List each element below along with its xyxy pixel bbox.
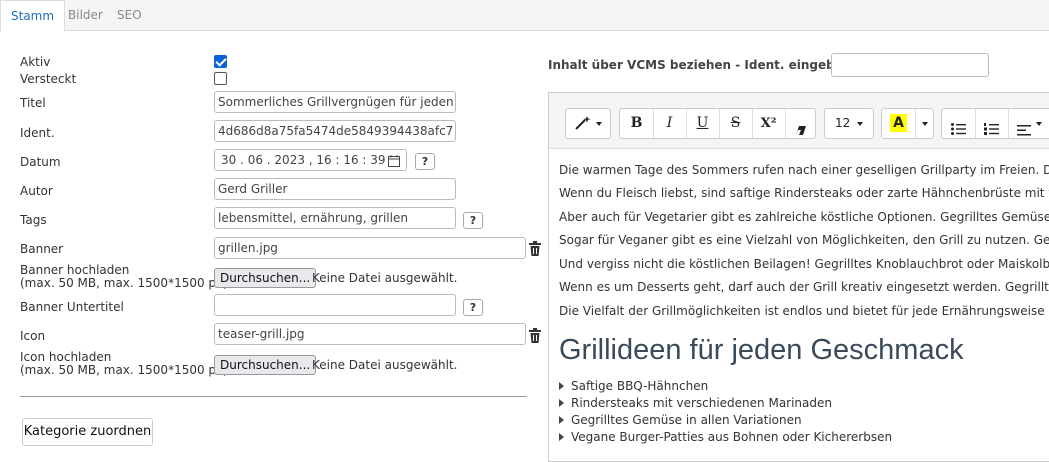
tags-label: Tags bbox=[20, 213, 47, 227]
tab-stamm[interactable]: Stamm bbox=[0, 0, 66, 32]
versteckt-label: Versteckt bbox=[20, 72, 77, 86]
banner-upload-label: Banner hochladen (max. 50 MB, max. 1500*… bbox=[20, 264, 228, 290]
paragraph: Wenn es um Desserts geht, darf auch der … bbox=[559, 280, 1049, 294]
magic-wand-icon bbox=[574, 116, 592, 133]
content-heading: Grillideen für jeden Geschmack bbox=[559, 334, 964, 366]
autor-input[interactable]: Gerd Griller bbox=[214, 178, 456, 200]
icon-label: Icon bbox=[20, 329, 46, 343]
icon-browse-button[interactable]: Durchsuchen... bbox=[214, 355, 317, 375]
calendar-icon[interactable] bbox=[388, 153, 400, 167]
icon-upload-label: Icon hochladen (max. 50 MB, max. 1500*15… bbox=[20, 351, 228, 377]
bullet-list-button[interactable] bbox=[942, 109, 975, 138]
titel-input[interactable]: Sommerliches Grillvergnügen für jeden Ge… bbox=[214, 91, 456, 113]
italic-button[interactable]: I bbox=[653, 109, 686, 138]
tab-bar: Stamm Bilder SEO bbox=[0, 0, 1049, 32]
editor-toolbar: B I U S X² 12 A bbox=[549, 93, 1049, 149]
banner-browse-button[interactable]: Durchsuchen... bbox=[214, 268, 317, 288]
list-item-text: Rindersteaks mit verschiedenen Marinaden bbox=[571, 396, 832, 410]
highlight-group: A bbox=[881, 108, 934, 139]
paragraph: Sogar für Veganer gibt es eine Vielzahl … bbox=[559, 233, 1049, 247]
list-item: Rindersteaks mit verschiedenen Marinaden bbox=[559, 396, 832, 410]
versteckt-checkbox[interactable] bbox=[214, 72, 227, 85]
tags-help-button[interactable]: ? bbox=[463, 212, 483, 229]
align-left-icon bbox=[1017, 118, 1031, 147]
style-magic-button[interactable] bbox=[565, 108, 611, 139]
paragraph: Und vergiss nicht die köstlichen Beilage… bbox=[559, 257, 1049, 271]
caret-down-icon bbox=[922, 122, 928, 126]
banner-untertitel-help-button[interactable]: ? bbox=[463, 299, 483, 316]
banner-label: Banner bbox=[20, 242, 64, 256]
datum-label: Datum bbox=[20, 155, 61, 169]
numbered-list-button[interactable] bbox=[975, 109, 1008, 138]
datum-help-button[interactable]: ? bbox=[415, 153, 435, 170]
highlight-color-dropdown[interactable] bbox=[916, 109, 934, 138]
icon-input[interactable]: teaser-grill.jpg bbox=[214, 323, 526, 345]
banner-untertitel-input[interactable] bbox=[214, 294, 456, 316]
clear-format-button[interactable] bbox=[785, 109, 816, 138]
bullet-icon bbox=[559, 416, 564, 424]
bullet-icon bbox=[559, 399, 564, 407]
aktiv-label: Aktiv bbox=[20, 55, 51, 69]
paragraph: Aber auch für Vegetarier gibt es zahlrei… bbox=[559, 210, 1049, 224]
vcms-label: Inhalt über VCMS beziehen - Ident. einge… bbox=[548, 58, 852, 72]
eraser-icon bbox=[795, 118, 807, 147]
caret-down-icon bbox=[857, 122, 863, 126]
strikethrough-button[interactable]: S bbox=[719, 109, 752, 138]
ident-label: Ident. bbox=[20, 126, 55, 140]
kategorie-zuordnen-button[interactable]: Kategorie zuordnen bbox=[22, 418, 153, 446]
rich-text-editor[interactable]: B I U S X² 12 A Die warmen Tage des Somm… bbox=[548, 92, 1049, 462]
datum-input[interactable]: 30 . 06 . 2023 , 16 : 16 : 39 bbox=[214, 149, 407, 171]
banner-upload-hint: (max. 50 MB, max. 1500*1500 px) bbox=[20, 276, 228, 290]
aktiv-checkbox[interactable] bbox=[214, 55, 227, 68]
paragraph: Die warmen Tage des Sommers rufen nach e… bbox=[559, 163, 1049, 177]
highlight-button[interactable]: A bbox=[882, 109, 915, 138]
list-item-text: Saftige BBQ-Hähnchen bbox=[571, 379, 709, 393]
bullet-icon bbox=[559, 382, 564, 390]
icon-upload-hint: (max. 50 MB, max. 1500*1500 px) bbox=[20, 363, 228, 377]
trash-icon[interactable] bbox=[528, 241, 542, 257]
icon-no-file-text: Keine Datei ausgewählt. bbox=[312, 358, 458, 372]
bullet-icon bbox=[559, 433, 564, 441]
trash-icon[interactable] bbox=[528, 328, 542, 344]
font-size-select[interactable]: 12 bbox=[824, 108, 874, 139]
font-size-value: 12 bbox=[835, 116, 851, 130]
list-item: Saftige BBQ-Hähnchen bbox=[559, 379, 708, 393]
bullet-list-icon bbox=[951, 117, 966, 146]
format-group: B I U S X² bbox=[619, 108, 816, 139]
banner-no-file-text: Keine Datei ausgewählt. bbox=[312, 271, 458, 285]
divider bbox=[20, 396, 527, 397]
banner-untertitel-label: Banner Untertitel bbox=[20, 300, 124, 314]
list-align-group bbox=[941, 108, 1049, 139]
caret-down-icon bbox=[596, 122, 602, 126]
paragraph: Die Vielfalt der Grillmöglichkeiten ist … bbox=[559, 304, 1049, 318]
tab-bilder[interactable]: Bilder bbox=[58, 0, 113, 30]
list-item-text: Vegane Burger-Patties aus Bohnen oder Ki… bbox=[571, 430, 893, 444]
highlight-letter: A bbox=[890, 114, 907, 132]
datum-value: 30 . 06 . 2023 , 16 : 16 : 39 bbox=[221, 153, 386, 167]
superscript-button[interactable]: X² bbox=[752, 109, 785, 138]
list-item-text: Gegrilltes Gemüse in allen Variationen bbox=[571, 413, 802, 427]
tags-input[interactable]: lebensmittel, ernährung, grillen bbox=[214, 207, 456, 229]
bold-button[interactable]: B bbox=[620, 109, 653, 138]
banner-input[interactable]: grillen.jpg bbox=[214, 237, 526, 259]
align-dropdown[interactable] bbox=[1008, 109, 1048, 138]
underline-button[interactable]: U bbox=[686, 109, 719, 138]
ident-input[interactable]: 4d686d8a75fa5474de5849394438afc7 bbox=[214, 120, 456, 142]
numbered-list-icon bbox=[984, 117, 999, 146]
titel-label: Titel bbox=[20, 96, 46, 110]
list-item: Vegane Burger-Patties aus Bohnen oder Ki… bbox=[559, 430, 892, 444]
list-item: Gegrilltes Gemüse in allen Variationen bbox=[559, 413, 802, 427]
paragraph: Wenn du Fleisch liebst, sind saftige Rin… bbox=[559, 186, 1049, 200]
tab-seo[interactable]: SEO bbox=[107, 0, 152, 30]
caret-down-icon bbox=[1036, 122, 1042, 126]
autor-label: Autor bbox=[20, 184, 53, 198]
vcms-input[interactable] bbox=[831, 53, 989, 77]
